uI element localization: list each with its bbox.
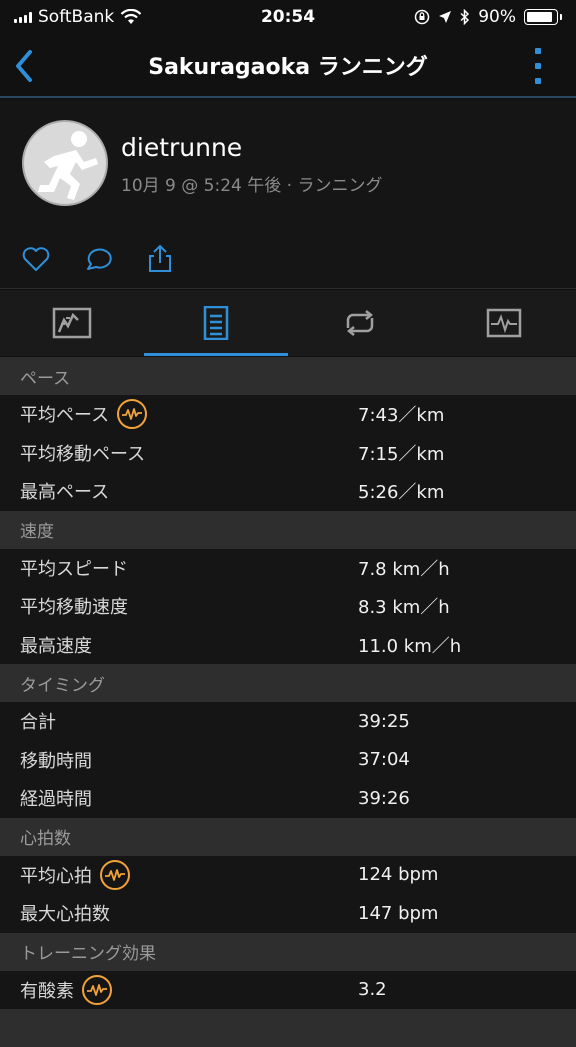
first-beat-badge-icon[interactable]	[82, 974, 112, 1005]
stat-row-avg-moving-speed: 平均移動速度 8.3 km／h	[0, 587, 576, 626]
stat-value: 39:25	[358, 710, 410, 732]
stat-value: 37:04	[358, 749, 410, 771]
stat-label: 平均スピード	[20, 558, 128, 580]
status-left: SoftBank	[14, 7, 142, 27]
activity-header: dietrunne 10月 9 @ 5:24 午後 · ランニング	[0, 100, 576, 230]
status-bar: SoftBank 20:54 90%	[0, 0, 576, 34]
share-icon[interactable]	[144, 243, 176, 275]
stat-row-avg-speed: 平均スピード 7.8 km／h	[0, 548, 576, 587]
stat-label: 最高速度	[20, 635, 92, 657]
stat-row-avg-pace: 平均ペース 7:43／km	[0, 395, 576, 434]
stat-label: 平均移動ペース	[20, 443, 146, 465]
first-beat-badge-icon[interactable]	[117, 399, 148, 430]
section-header-heart-rate: 心拍数	[0, 817, 576, 856]
map-chart-icon	[52, 307, 92, 339]
stat-label: 平均移動速度	[20, 597, 128, 619]
loop-arrows-icon	[346, 310, 374, 336]
stat-value: 7:43／km	[358, 405, 445, 427]
stat-label: 最大心拍数	[20, 904, 110, 926]
tab-charts[interactable]	[432, 290, 576, 356]
stat-label: 平均ペース	[20, 405, 110, 427]
stat-value: 7:15／km	[358, 443, 445, 465]
battery-icon	[524, 9, 562, 25]
stat-row-aerobic: 有酸素 3.2	[0, 970, 576, 1009]
stat-label: 最高ペース	[20, 482, 110, 504]
stats-list: ペース 平均ペース 7:43／km 平均移動ペース 7:15／km 最高ペース …	[0, 357, 576, 1047]
wifi-icon	[120, 9, 142, 24]
section-header-pace: ペース	[0, 357, 576, 395]
nav-bar: Sakuragaoka ランニング	[0, 34, 576, 98]
first-beat-badge-icon[interactable]	[100, 859, 130, 890]
stat-value: 3.2	[358, 979, 387, 1001]
signal-icon	[14, 11, 32, 23]
stat-row-max-hr: 最大心拍数 147 bpm	[0, 894, 576, 933]
bluetooth-icon	[460, 9, 470, 25]
page-title: Sakuragaoka ランニング	[148, 55, 428, 80]
heartrate-monitor-icon	[486, 308, 522, 338]
stat-label: 平均心拍	[20, 865, 92, 887]
section-header-cutoff	[0, 1009, 576, 1047]
stat-label: 経過時間	[20, 789, 92, 811]
stat-label: 移動時間	[20, 750, 92, 772]
tab-laps[interactable]	[288, 290, 432, 356]
status-right: 90%	[414, 7, 562, 27]
avatar[interactable]	[22, 120, 108, 206]
section-header-training-effect: トレーニング効果	[0, 932, 576, 971]
stat-row-avg-moving-pace: 平均移動ペース 7:15／km	[0, 433, 576, 472]
battery-percent: 90%	[478, 7, 516, 27]
location-icon	[439, 11, 452, 23]
like-heart-icon[interactable]	[20, 243, 52, 275]
stat-row-elapsed-time: 経過時間 39:26	[0, 779, 576, 818]
stat-value: 147 bpm	[358, 902, 439, 924]
stat-value: 5:26／km	[358, 482, 445, 504]
stat-value: 124 bpm	[358, 864, 439, 886]
stat-value: 8.3 km／h	[358, 597, 450, 619]
rotation-lock-icon	[414, 9, 430, 25]
document-list-icon	[203, 306, 229, 340]
stat-row-max-speed: 最高速度 11.0 km／h	[0, 625, 576, 664]
stat-value: 7.8 km／h	[358, 558, 450, 580]
carrier-name: SoftBank	[38, 7, 115, 27]
stat-row-avg-hr: 平均心拍 124 bpm	[0, 855, 576, 894]
action-bar	[0, 229, 576, 289]
stat-row-total-time: 合計 39:25	[0, 702, 576, 741]
more-options-icon[interactable]	[534, 48, 542, 84]
user-name[interactable]: dietrunne	[121, 133, 242, 162]
back-chevron-icon[interactable]	[10, 46, 40, 86]
stat-row-moving-time: 移動時間 37:04	[0, 740, 576, 779]
stat-value: 11.0 km／h	[358, 635, 462, 657]
stat-label: 合計	[20, 712, 56, 734]
comment-bubble-icon[interactable]	[82, 243, 114, 275]
section-header-timing: タイミング	[0, 664, 576, 702]
activity-subtitle: 10月 9 @ 5:24 午後 · ランニング	[121, 176, 383, 196]
runner-avatar-icon	[38, 131, 98, 200]
tab-stats[interactable]	[144, 290, 288, 356]
stat-value: 39:26	[358, 787, 410, 809]
tab-map[interactable]	[0, 290, 144, 356]
stat-row-best-pace: 最高ペース 5:26／km	[0, 472, 576, 511]
stat-label: 有酸素	[20, 980, 74, 1002]
detail-tabs	[0, 290, 576, 356]
section-header-speed: 速度	[0, 510, 576, 549]
